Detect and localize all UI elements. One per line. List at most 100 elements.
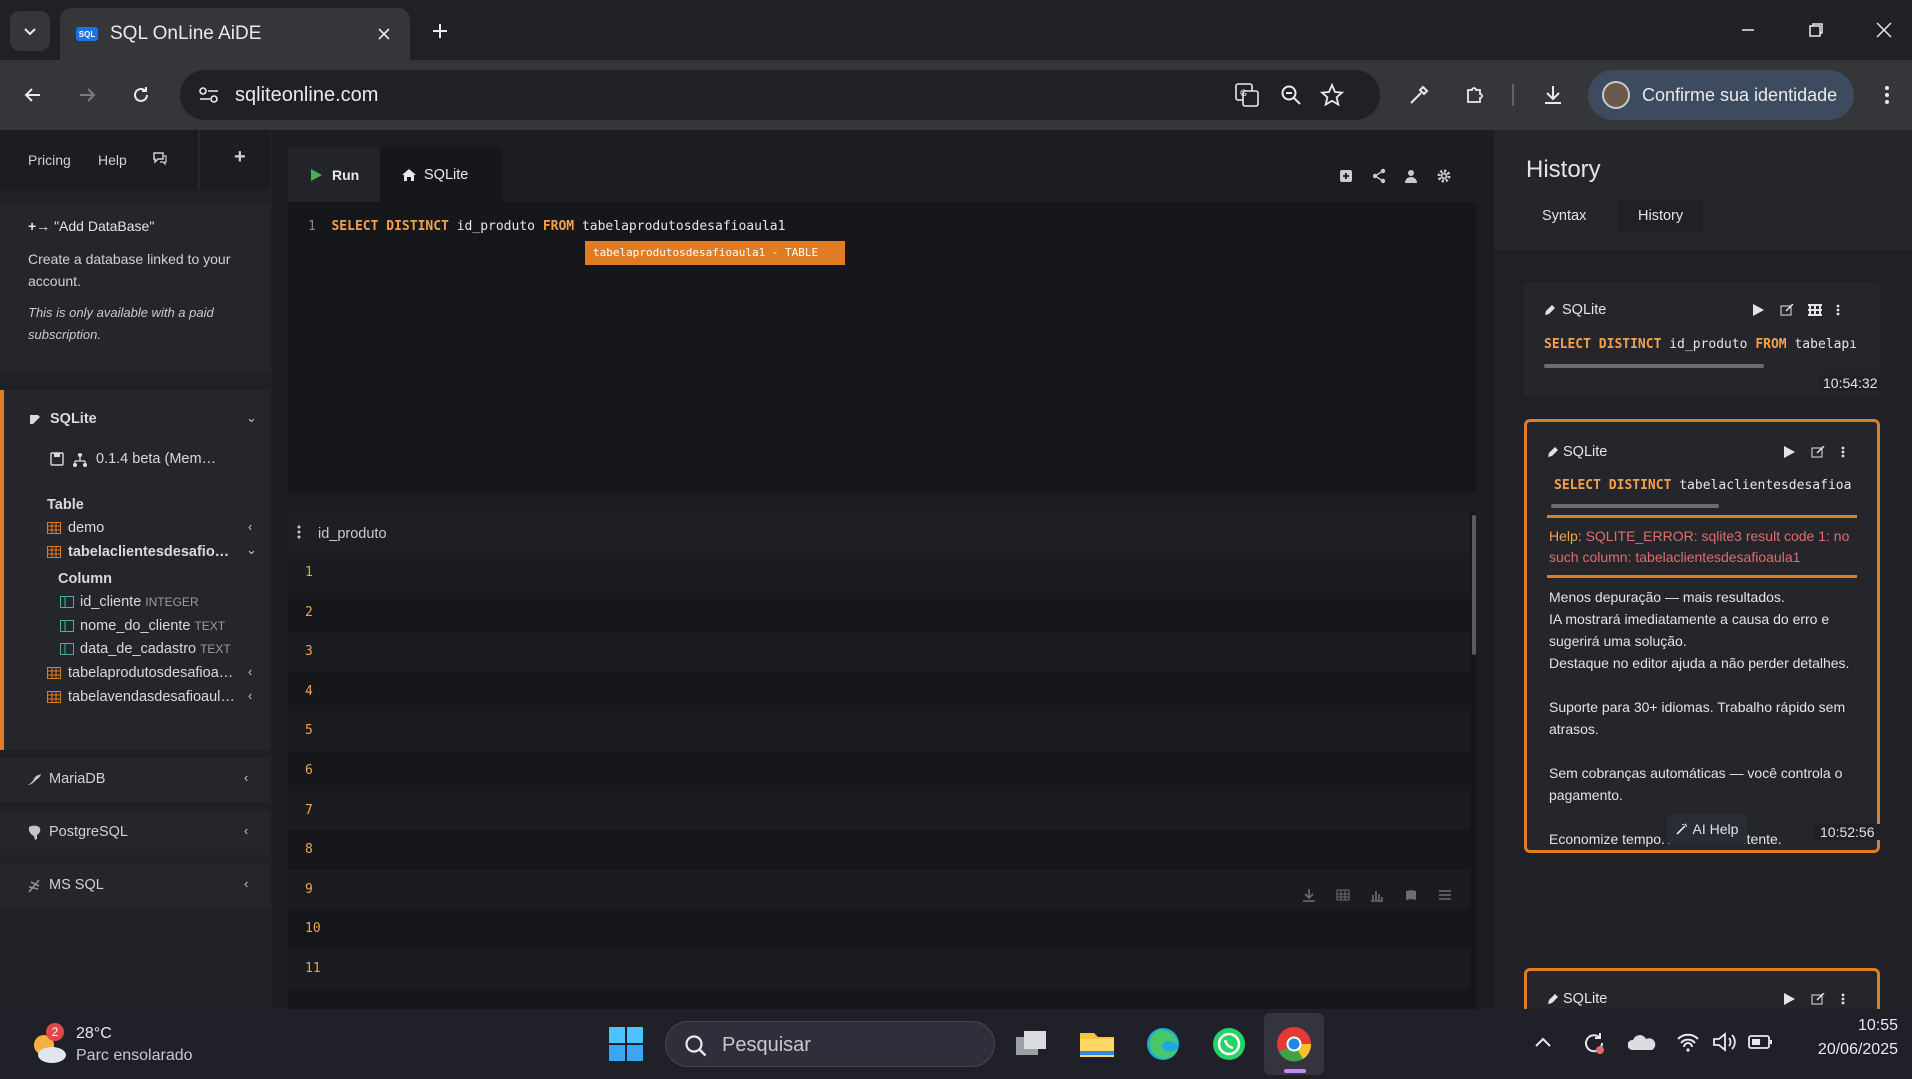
battery-icon[interactable]: [1748, 1033, 1774, 1051]
grid-icon[interactable]: [1336, 888, 1350, 902]
pricing-link[interactable]: Pricing: [28, 152, 71, 168]
restore-button[interactable]: [1796, 12, 1836, 48]
new-tab-button[interactable]: [425, 16, 455, 46]
kebab-icon[interactable]: [1841, 446, 1845, 458]
taskbar-search[interactable]: Pesquisar: [665, 1021, 995, 1067]
table-row[interactable]: 8: [288, 830, 1470, 870]
db-mariadb[interactable]: MariaDB ‹: [0, 758, 270, 802]
edge-button[interactable]: [1142, 1023, 1184, 1065]
play-icon[interactable]: [1783, 993, 1795, 1005]
translate-icon[interactable]: G: [1234, 82, 1260, 108]
save-icon[interactable]: [50, 452, 64, 466]
tab-sqlite[interactable]: SQLite: [380, 148, 502, 202]
edit-icon[interactable]: [1811, 446, 1825, 458]
chrome-taskbar-button[interactable]: [1264, 1013, 1324, 1075]
downloads-button[interactable]: [1534, 76, 1572, 114]
download-icon[interactable]: [1302, 888, 1316, 902]
gear-icon[interactable]: [1436, 168, 1452, 184]
chevron-down-icon[interactable]: ⌄: [246, 542, 257, 558]
table-row[interactable]: 2: [288, 592, 1470, 633]
edit-icon[interactable]: [1780, 304, 1794, 316]
history-query[interactable]: SELECT DISTINCT tabelaclientesdesafioa: [1554, 478, 1860, 493]
table-item-vendas[interactable]: tabelavendasdesafioaul…: [68, 689, 235, 705]
minimize-button[interactable]: [1728, 12, 1768, 48]
file-explorer-button[interactable]: [1076, 1023, 1118, 1065]
table-item-clientes[interactable]: tabelaclientesdesafio…: [68, 544, 229, 560]
onedrive-icon[interactable]: [1628, 1033, 1656, 1053]
close-window-button[interactable]: [1864, 12, 1904, 48]
clock-time[interactable]: 10:55: [1798, 1017, 1898, 1035]
history-query[interactable]: SELECT DISTINCT id_produto FROM tabelapı: [1544, 337, 1862, 352]
table-row[interactable]: 10: [288, 909, 1470, 949]
chevron-up-icon[interactable]: [1534, 1035, 1552, 1049]
back-button[interactable]: [14, 76, 52, 114]
sqlite-db-label[interactable]: SQLite: [50, 411, 97, 427]
menu-icon[interactable]: [1438, 888, 1452, 902]
share-icon[interactable]: [1371, 168, 1387, 184]
column-item[interactable]: nome_do_cliente TEXT: [80, 618, 225, 634]
autocomplete-hint[interactable]: tabelaprodutosdesafioaula1 - TABLE: [585, 241, 845, 265]
kebab-icon[interactable]: [1836, 304, 1840, 316]
clock-date[interactable]: 20/06/2025: [1788, 1041, 1898, 1059]
add-database-title[interactable]: +→ "Add DataBase": [28, 218, 242, 234]
run-button[interactable]: Run: [288, 148, 380, 202]
add-button[interactable]: +: [234, 146, 246, 169]
table-item-demo[interactable]: demo: [68, 520, 104, 536]
play-icon[interactable]: [1752, 304, 1764, 316]
extensions-button[interactable]: [1456, 76, 1494, 114]
tab-history[interactable]: History: [1618, 200, 1704, 232]
wifi-icon[interactable]: [1676, 1031, 1700, 1053]
chevron-left-icon[interactable]: ‹: [248, 519, 252, 534]
table-row[interactable]: 1: [288, 553, 1470, 593]
table-item-produtos[interactable]: tabelaprodutosdesafioa…: [68, 665, 233, 681]
tab-syntax[interactable]: Syntax: [1522, 200, 1606, 232]
table-row[interactable]: 9: [288, 869, 1470, 910]
db-mssql[interactable]: MS SQL ‹: [0, 864, 270, 908]
column-item[interactable]: data_de_cadastro TEXT: [80, 641, 231, 657]
chevron-left-icon[interactable]: ‹: [248, 688, 252, 703]
column-menu-icon[interactable]: [297, 525, 301, 539]
table-row[interactable]: 3: [288, 632, 1470, 672]
chevron-left-icon[interactable]: ‹: [248, 664, 252, 679]
volume-icon[interactable]: [1712, 1031, 1738, 1053]
profile-button[interactable]: Confirme sua identidade: [1588, 70, 1854, 120]
zoom-icon[interactable]: [1280, 84, 1302, 106]
chevron-down-icon[interactable]: ⌄: [246, 410, 257, 426]
eyedropper-extension-button[interactable]: [1400, 76, 1438, 114]
edit-icon[interactable]: [1811, 993, 1825, 1005]
site-settings-icon[interactable]: [198, 85, 220, 105]
code-line-1[interactable]: 1 SELECT DISTINCT id_produto FROM tabela…: [308, 219, 785, 234]
table-row[interactable]: 5: [288, 711, 1470, 751]
weather-widget[interactable]: 2 28°C Parc ensolarado: [20, 1021, 240, 1069]
browser-tab[interactable]: SQL SQL OnLine AiDE: [60, 8, 410, 60]
star-icon[interactable]: [1320, 83, 1344, 107]
close-tab-button[interactable]: [372, 22, 396, 46]
address-bar[interactable]: sqliteonline.com G: [180, 70, 1380, 120]
history-scrollbar[interactable]: [1551, 504, 1719, 508]
whatsapp-button[interactable]: [1208, 1023, 1250, 1065]
schema-icon[interactable]: [72, 452, 88, 468]
chart-icon[interactable]: [1370, 888, 1384, 902]
results-scrollbar[interactable]: [1472, 515, 1476, 655]
column-item[interactable]: id_cliente INTEGER: [80, 594, 199, 610]
tab-search-button[interactable]: [10, 11, 50, 51]
sync-icon[interactable]: [1580, 1029, 1608, 1057]
kebab-icon[interactable]: [1841, 993, 1845, 1005]
grid-icon[interactable]: [1808, 304, 1822, 316]
reload-button[interactable]: [122, 76, 160, 114]
user-icon[interactable]: [1403, 168, 1419, 184]
forward-button[interactable]: [68, 76, 106, 114]
chrome-menu-button[interactable]: [1868, 76, 1906, 114]
start-button[interactable]: [605, 1023, 647, 1065]
ai-help-button[interactable]: AI Help: [1667, 814, 1747, 844]
play-icon[interactable]: [1783, 446, 1795, 458]
table-row[interactable]: 7: [288, 790, 1470, 831]
book-icon[interactable]: [1404, 888, 1418, 902]
table-row[interactable]: 4: [288, 671, 1470, 712]
table-row[interactable]: 6: [288, 751, 1470, 791]
chat-icon[interactable]: [152, 150, 168, 166]
new-query-icon[interactable]: [1338, 168, 1354, 184]
task-view-button[interactable]: [1010, 1023, 1052, 1065]
table-row[interactable]: 11: [288, 949, 1470, 989]
history-scrollbar[interactable]: [1544, 364, 1764, 368]
